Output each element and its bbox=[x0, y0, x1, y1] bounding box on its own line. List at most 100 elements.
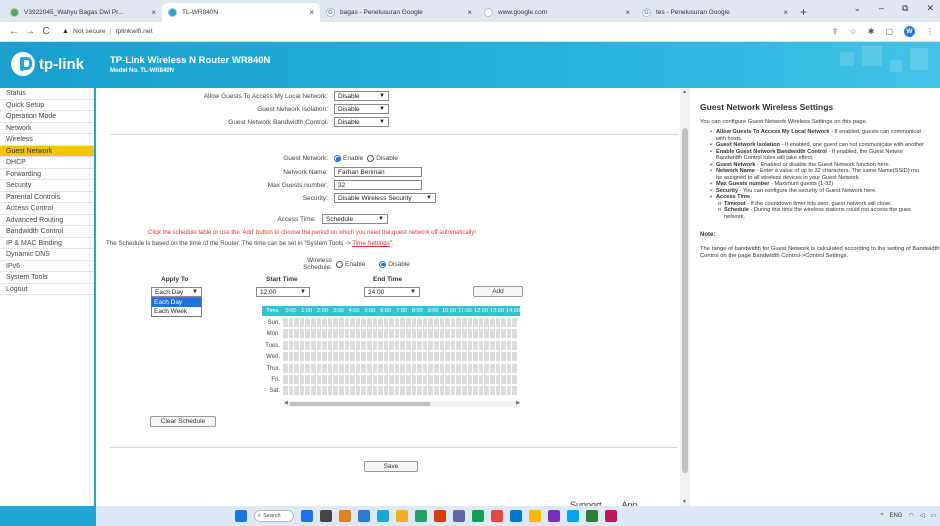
extensions-icon[interactable]: ✱ bbox=[868, 27, 875, 36]
reload-icon[interactable]: C bbox=[38, 26, 54, 37]
taskbar-app-icon[interactable] bbox=[491, 510, 503, 522]
scroll-down-icon[interactable]: ▼ bbox=[682, 499, 687, 505]
start-time-select[interactable]: 12:00 ▼ bbox=[256, 287, 310, 297]
taskbar-app-icon[interactable] bbox=[358, 510, 370, 522]
apply-to-option-each-day[interactable]: Each Day bbox=[152, 298, 201, 307]
schedule-slot[interactable] bbox=[512, 318, 518, 328]
taskbar-app-icon[interactable] bbox=[567, 510, 579, 522]
ws-enable-option[interactable]: Enable bbox=[336, 260, 365, 268]
browser-tab[interactable]: Gbagas - Penelusuran Google × bbox=[320, 3, 478, 22]
time-settings-link[interactable]: Time Settings bbox=[352, 240, 390, 247]
schedule-horizontal-scrollbar[interactable]: ◀ ▶ bbox=[284, 400, 520, 407]
menu-item-quick-setup[interactable]: Quick Setup bbox=[0, 100, 94, 111]
browser-tab[interactable]: TL-WR840N × bbox=[162, 3, 320, 22]
menu-item-guest-network[interactable]: Guest Network bbox=[0, 145, 94, 157]
wifi-icon[interactable]: ◠ bbox=[908, 512, 913, 519]
isolation-select[interactable]: Disable ▼ bbox=[334, 104, 389, 114]
profile-avatar[interactable]: W bbox=[904, 26, 915, 37]
menu-item-wireless[interactable]: Wireless bbox=[0, 134, 94, 146]
browser-tab[interactable]: V3922045_Wahyu Bagas Dwi Pr... × bbox=[4, 3, 162, 22]
taskbar-app-icon[interactable] bbox=[320, 510, 332, 522]
minimize-icon[interactable]: – bbox=[879, 3, 884, 14]
taskbar-app-icon[interactable] bbox=[510, 510, 522, 522]
taskbar-app-icon[interactable] bbox=[415, 510, 427, 522]
menu-item-ip-mac-binding[interactable]: IP & MAC Binding bbox=[0, 238, 94, 249]
scroll-up-icon[interactable]: ▲ bbox=[682, 89, 687, 95]
warning-icon[interactable]: ▲ bbox=[62, 28, 69, 35]
tab-close-icon[interactable]: × bbox=[783, 8, 788, 17]
tab-close-icon[interactable]: × bbox=[309, 8, 314, 17]
tab-close-icon[interactable]: × bbox=[625, 8, 630, 17]
close-window-icon[interactable]: ✕ bbox=[926, 3, 934, 14]
scroll-right-icon[interactable]: ▶ bbox=[516, 400, 520, 406]
battery-icon[interactable]: ▭ bbox=[930, 512, 936, 519]
taskbar-app-icon[interactable] bbox=[434, 510, 446, 522]
taskbar-app-icon[interactable] bbox=[529, 510, 541, 522]
menu-item-parental-controls[interactable]: Parental Controls bbox=[0, 192, 94, 203]
menu-item-logout[interactable]: Logout bbox=[0, 284, 94, 295]
guest-network-enable-option[interactable]: Enable bbox=[334, 155, 363, 162]
menu-item-dynamic-dns[interactable]: Dynamic DNS bbox=[0, 249, 94, 261]
save-button[interactable]: Save bbox=[364, 461, 418, 472]
guest-network-disable-option[interactable]: Disable bbox=[367, 155, 398, 162]
end-time-select[interactable]: 24:00 ▼ bbox=[364, 287, 420, 297]
guest-network-enable-radio[interactable] bbox=[334, 155, 341, 162]
taskbar-search[interactable]: ⌕ Search bbox=[254, 510, 294, 522]
add-button[interactable]: Add bbox=[473, 286, 523, 297]
share-icon[interactable]: ⇪ bbox=[832, 27, 839, 36]
ws-disable-option[interactable]: Disable bbox=[379, 260, 410, 268]
tab-close-icon[interactable]: × bbox=[467, 8, 472, 17]
taskbar-app-icon[interactable] bbox=[396, 510, 408, 522]
taskbar-app-icon[interactable] bbox=[377, 510, 389, 522]
apply-to-select[interactable]: Each Day ▼ bbox=[151, 287, 202, 297]
taskbar-app-icon[interactable] bbox=[301, 510, 313, 522]
taskbar-app-icon[interactable] bbox=[472, 510, 484, 522]
scroll-thumb[interactable] bbox=[290, 402, 430, 406]
content-vertical-scrollbar[interactable]: ▲ ▼ bbox=[680, 88, 690, 506]
ws-enable-radio[interactable] bbox=[336, 260, 343, 268]
schedule-slot[interactable] bbox=[512, 363, 518, 374]
allow-guests-select[interactable]: Disable ▼ bbox=[334, 91, 389, 101]
menu-item-forwarding[interactable]: Forwarding bbox=[0, 169, 94, 180]
windows-start-icon[interactable] bbox=[235, 510, 247, 522]
tray-chevron-icon[interactable]: ^ bbox=[881, 513, 884, 519]
schedule-slot[interactable] bbox=[512, 352, 518, 363]
restore-icon[interactable]: ⧉ bbox=[902, 3, 908, 14]
schedule-slot[interactable] bbox=[512, 340, 518, 351]
taskbar-app-icon[interactable] bbox=[548, 510, 560, 522]
network-name-input[interactable]: Farhan Beriman bbox=[334, 167, 422, 177]
volume-icon[interactable]: ◁ bbox=[920, 512, 925, 519]
scroll-thumb[interactable] bbox=[682, 128, 688, 473]
menu-item-operation-mode[interactable]: Operation Mode bbox=[0, 111, 94, 123]
forward-icon[interactable]: → bbox=[22, 26, 38, 37]
menu-item-network[interactable]: Network bbox=[0, 123, 94, 134]
menu-item-advanced-routing[interactable]: Advanced Routing bbox=[0, 215, 94, 226]
ws-disable-radio[interactable] bbox=[379, 260, 387, 268]
sidebar-icon[interactable]: ▢ bbox=[885, 27, 893, 36]
browser-tab[interactable]: www.google.com × bbox=[478, 3, 636, 22]
browser-tab[interactable]: Gtes - Penelusuran Google × bbox=[636, 3, 794, 22]
scroll-left-icon[interactable]: ◀ bbox=[284, 400, 288, 406]
taskbar-app-icon[interactable] bbox=[586, 510, 598, 522]
taskbar-app-icon[interactable] bbox=[453, 510, 465, 522]
address-bar[interactable]: ▲ Not secure | tplinkwifi.net bbox=[62, 25, 832, 39]
taskbar-app-icon[interactable] bbox=[605, 510, 617, 522]
menu-item-ipv6[interactable]: IPv6 bbox=[0, 261, 94, 272]
schedule-table[interactable]: Time 0:00 1:00 2:00 3:00 4:00 5:00 6:00 7:00 8:00… bbox=[262, 306, 520, 402]
access-time-select[interactable]: Schedule ▼ bbox=[322, 214, 388, 224]
bw-control-select[interactable]: Disable ▼ bbox=[334, 117, 389, 127]
bookmark-star-icon[interactable]: ☆ bbox=[850, 27, 857, 36]
new-tab-icon[interactable]: + bbox=[800, 5, 807, 19]
menu-item-system-tools[interactable]: System Tools bbox=[0, 272, 94, 284]
security-select[interactable]: Disable Wireless Security ▼ bbox=[334, 193, 436, 203]
tray-lang[interactable]: ENG bbox=[889, 513, 902, 519]
schedule-slot[interactable] bbox=[512, 386, 518, 397]
schedule-slot[interactable] bbox=[512, 375, 518, 385]
apply-to-option-each-week[interactable]: Each Week bbox=[152, 307, 201, 316]
tab-search-icon[interactable]: ⌄ bbox=[853, 3, 861, 14]
menu-item-security[interactable]: Security bbox=[0, 180, 94, 192]
menu-item-dhcp[interactable]: DHCP bbox=[0, 157, 94, 169]
clear-schedule-button[interactable]: Clear Schedule bbox=[150, 416, 216, 427]
max-guests-input[interactable]: 32 bbox=[334, 180, 422, 190]
browser-menu-icon[interactable]: ⋮ bbox=[926, 27, 934, 36]
